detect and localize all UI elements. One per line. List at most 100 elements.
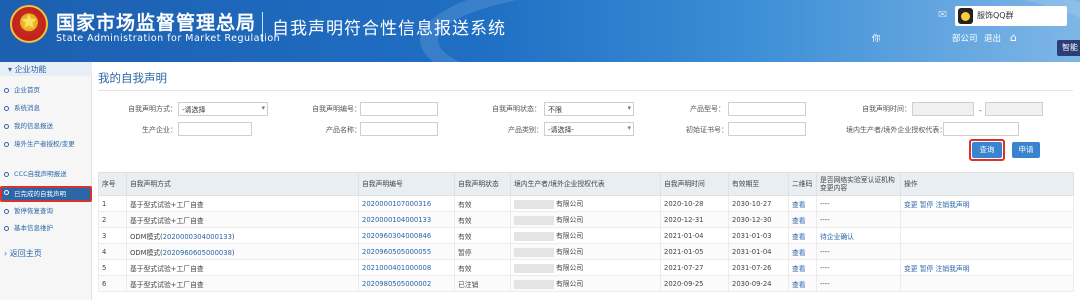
cell-status: 已注销 [454,275,511,292]
method-select[interactable]: -请选择 ▾ [178,102,268,116]
row-actions[interactable] [900,275,1074,292]
row-actions[interactable]: 变更 暂停 注销我声明 [900,259,1074,276]
agent-label: 境内生产者/境外企业授权代表： [846,126,947,134]
col-header-status: 自我声明状态 [454,172,511,196]
cell-date: 2021-01-04 [660,227,729,244]
cell-status: 有效 [454,259,511,276]
qr-view-link[interactable]: 查看 [788,195,817,212]
qr-view-link[interactable]: 查看 [788,227,817,244]
status-label: 自我声明状态： [492,105,541,113]
cell-status: 有效 [454,211,511,228]
cell-change: ---- [816,259,901,276]
method-suffix: ) [231,232,235,241]
sidebar-item-label: 暂停恢复查询 [14,207,53,215]
number-input[interactable] [360,102,438,116]
col-header-expiry: 有效期至 [728,172,789,196]
back-home-link[interactable]: › 返回主页 [4,248,42,259]
redacted-block [514,263,554,273]
apply-button[interactable]: 申请 [1012,142,1040,158]
cell-number-link[interactable]: 2020980505000002 [358,275,455,292]
cert-input[interactable] [728,122,806,136]
user-center-link[interactable]: 你 [872,32,881,44]
sidebar-item-label: 境外生产者授权/变更 [14,140,75,148]
bell-icon[interactable]: ✉ [938,8,947,21]
table-row: 5 基于型式试验+工厂自查 2021000401000008 有效 有限公司 2… [98,259,1074,276]
sidebar-item-foreign-auth[interactable]: 境外生产者授权/变更 [0,140,92,149]
cell-number-link[interactable]: 2021000401000008 [358,259,455,276]
row-actions[interactable] [900,227,1074,244]
logout-link[interactable]: 退出 [984,32,1001,44]
sidebar-item-messages[interactable]: 系统消息 [0,104,92,113]
cell-no: 6 [98,275,127,292]
smart-assistant-tab[interactable]: 智能 [1057,40,1080,56]
row-actions[interactable]: 变更 暂停 注销我声明 [900,195,1074,212]
product-name-input[interactable] [360,122,438,136]
user-info[interactable]: 服饰QQ群 [955,6,1067,26]
sidebar-item-home[interactable]: 企业首页 [0,86,92,95]
cell-number-link[interactable]: 2020000104000133 [358,211,455,228]
method-ref-link[interactable]: 2020960605000038 [163,249,232,257]
table-row: 6 基于型式试验+工厂自查 2020980505000002 已注销 有限公司 … [98,275,1074,292]
table-row: 1 基于型式试验+工厂自查 2020000107000316 有效 有限公司 2… [98,195,1074,212]
qr-view-link[interactable]: 查看 [788,275,817,292]
sidebar-section-header[interactable]: ▾ 企业功能 [0,62,92,76]
table-header-row: 序号 自我声明方式 自我声明编号 自我声明状态 境内生产者/境外企业授权代表 自… [98,172,1074,196]
redacted-block [514,215,554,225]
cell-number-link[interactable]: 2020960304000846 [358,227,455,244]
cell-method: 基于型式试验+工厂自查 [126,259,359,276]
category-select[interactable]: -请选择- ▾ [544,122,634,136]
qr-view-link[interactable]: 查看 [788,259,817,276]
col-header-qr: 二维码 [788,172,817,196]
sidebar-item-ccc-submit[interactable]: CCC自我声明报送 [0,170,92,179]
cell-company: 有限公司 [510,243,661,260]
method-ref-link[interactable]: 2020000304000133 [163,233,232,241]
method-prefix: ODM模式( [130,248,163,257]
category-label: 产品类别： [508,126,543,134]
row-actions[interactable] [900,243,1074,260]
home-icon[interactable]: ⌂ [1010,31,1017,44]
query-button[interactable]: 查询 [972,142,1002,158]
cell-number-link[interactable]: 2020960505000055 [358,243,455,260]
cell-method: 基于型式试验+工厂自查 [126,195,359,212]
sidebar-item-suspend-query[interactable]: 暂停恢复查询 [0,207,92,216]
date-start-input[interactable] [912,102,974,116]
qr-view-link[interactable]: 查看 [788,211,817,228]
number-label: 自我声明编号： [312,105,361,113]
sidebar-item-basic-info[interactable]: 基本信息维护 [0,224,92,233]
cell-expiry: 2031-01-04 [728,243,789,260]
cell-change: ---- [816,211,901,228]
circle-icon [4,142,9,147]
row-actions[interactable] [900,211,1074,228]
redacted-block [514,247,554,257]
top-header: ★ 国家市场监督管理总局 State Administration for Ma… [0,0,1080,62]
date-end-input[interactable] [985,102,1043,116]
producer-input[interactable] [178,122,252,136]
cell-method: ODM模式(2020960605000038) [126,243,359,260]
chevron-down-icon: ▾ [261,104,265,112]
agent-input[interactable] [943,122,1019,136]
status-select[interactable]: 不限 ▾ [544,102,634,116]
product-model-input[interactable] [728,102,806,116]
cell-number-link[interactable]: 2020000107000316 [358,195,455,212]
cell-no: 2 [98,211,127,228]
company-link[interactable]: 部公司 [952,32,978,44]
user-name: 服饰QQ群 [977,11,1014,20]
sidebar-item-label: 企业首页 [14,86,40,94]
qr-view-link[interactable]: 查看 [788,243,817,260]
method-prefix: ODM模式( [130,232,163,241]
product-model-label: 产品型号： [690,105,725,113]
col-header-ops: 操作 [900,172,1074,196]
method-suffix: ) [231,248,235,257]
category-select-value: -请选择- [548,126,575,134]
sidebar-item-label: 系统消息 [14,104,40,112]
back-home-label: 返回主页 [9,249,42,258]
chevron-down-icon: ▾ [627,104,631,112]
sidebar-item-reports[interactable]: 我的信息报送 [0,122,92,131]
cell-change-link[interactable]: 待企业确认 [816,227,901,244]
circle-icon [4,88,9,93]
col-header-company: 境内生产者/境外企业授权代表 [510,172,661,196]
cell-no: 5 [98,259,127,276]
redacted-block [514,231,554,241]
sidebar-item-label: 我的信息报送 [14,122,53,130]
method-select-value: -请选择 [182,106,206,114]
